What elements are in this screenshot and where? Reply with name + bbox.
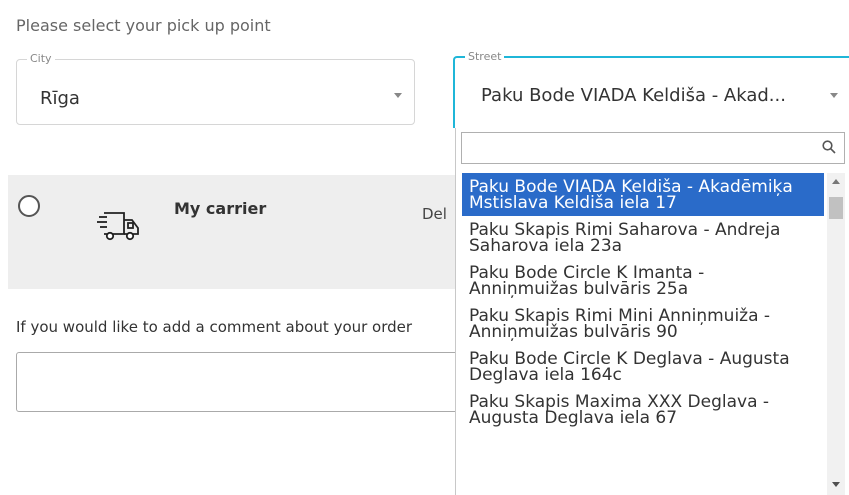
scrollbar-thumb[interactable] (829, 197, 843, 219)
comment-textarea[interactable] (16, 352, 476, 412)
comment-label: If you would like to add a comment about… (16, 318, 413, 336)
chevron-down-icon (830, 93, 838, 98)
dropdown-option[interactable]: Paku Bode VIADA Keldiša - Akadēmiķa Msti… (462, 173, 824, 216)
dropdown-option[interactable]: Paku Skapis Rimi Saharova - Andreja Saha… (462, 216, 824, 259)
dropdown-option[interactable]: Paku Skapis Maxima XXX Deglava - Augusta… (462, 388, 824, 431)
scroll-up-icon[interactable] (832, 179, 840, 184)
carrier-option-row[interactable]: My carrier Del (8, 175, 468, 289)
street-label: Street (465, 50, 505, 63)
section-heading: Please select your pick up point (16, 16, 271, 35)
dropdown-search-input[interactable] (461, 132, 845, 164)
carrier-radio[interactable] (18, 195, 40, 217)
dropdown-option[interactable]: Paku Bode Circle K Deglava - Augusta Deg… (462, 345, 824, 388)
dropdown-option[interactable]: Paku Skapis Rimi Mini Anniņmuiža - Anniņ… (462, 302, 824, 345)
chevron-down-icon (394, 93, 402, 98)
city-select[interactable]: City Rīga (16, 52, 415, 125)
city-label: City (27, 52, 55, 65)
street-select[interactable]: Street Paku Bode VIADA Keldiša - Akad... (453, 50, 849, 128)
dropdown-option[interactable]: Paku Bode Circle K Imanta - Anniņmuižas … (462, 259, 824, 302)
street-dropdown: Paku Bode VIADA Keldiša - Akadēmiķa Msti… (455, 128, 849, 495)
dropdown-scrollbar[interactable] (827, 173, 845, 495)
city-value: Rīga (40, 88, 80, 109)
truck-icon (97, 208, 143, 248)
scroll-down-icon[interactable] (832, 482, 840, 487)
dropdown-options-list: Paku Bode VIADA Keldiša - Akadēmiķa Msti… (462, 173, 824, 431)
search-icon (822, 139, 836, 158)
carrier-description: Del (422, 205, 447, 223)
street-value: Paku Bode VIADA Keldiša - Akad... (481, 85, 786, 106)
carrier-name: My carrier (174, 199, 267, 218)
